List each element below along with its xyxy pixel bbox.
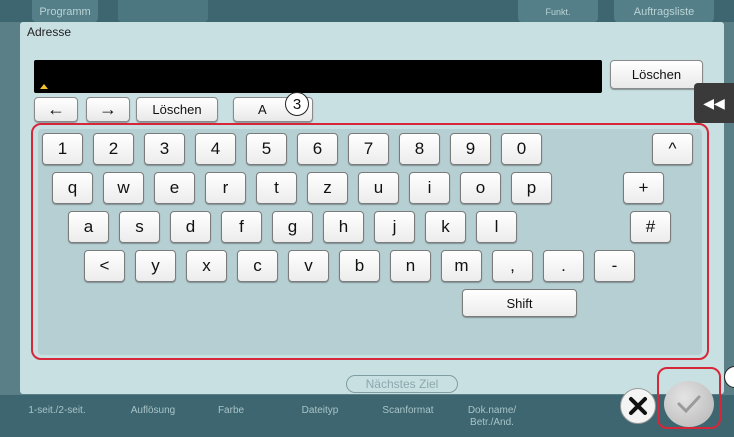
bg-label-duplex: 1-seit./2-seit. bbox=[28, 405, 86, 416]
text-cursor-icon bbox=[40, 84, 48, 89]
ok-highlight-frame bbox=[657, 367, 721, 429]
cursor-left-button[interactable]: ← bbox=[34, 97, 78, 122]
callout-marker: 3 bbox=[285, 92, 309, 116]
tab-funkt: Funkt. bbox=[518, 0, 598, 22]
next-destination-button[interactable]: Nächstes Ziel bbox=[346, 375, 458, 393]
tab-icons bbox=[118, 0, 208, 22]
cancel-button[interactable] bbox=[620, 388, 656, 424]
address-dialog: Adresse Löschen ← → Löschen A 1 2 3 4 5 … bbox=[20, 22, 724, 394]
clear-field-button[interactable]: Löschen bbox=[610, 60, 703, 89]
cursor-right-button[interactable]: → bbox=[86, 97, 130, 122]
tab-programm: Programm bbox=[32, 0, 98, 22]
keyboard-highlight-frame bbox=[31, 123, 709, 360]
bg-label-scansize: Scanformat bbox=[382, 405, 434, 416]
delete-button[interactable]: Löschen bbox=[136, 97, 218, 122]
bg-label-resolution: Auflösung bbox=[130, 405, 176, 416]
bg-label-filetype: Dateityp bbox=[301, 405, 339, 416]
dialog-title: Adresse bbox=[27, 25, 72, 39]
callout-marker-ok bbox=[724, 366, 734, 388]
close-icon bbox=[629, 397, 647, 415]
tab-auftragsliste: Auftragsliste bbox=[614, 0, 714, 22]
address-input[interactable] bbox=[34, 60, 602, 93]
bg-label-color: Farbe bbox=[217, 405, 245, 416]
bg-label-docname: Dok.name/ Betr./And. bbox=[467, 405, 517, 428]
collapse-panel-button[interactable]: ◀◀ bbox=[694, 83, 734, 123]
background-header: Programm Funkt. Auftragsliste bbox=[0, 0, 734, 22]
